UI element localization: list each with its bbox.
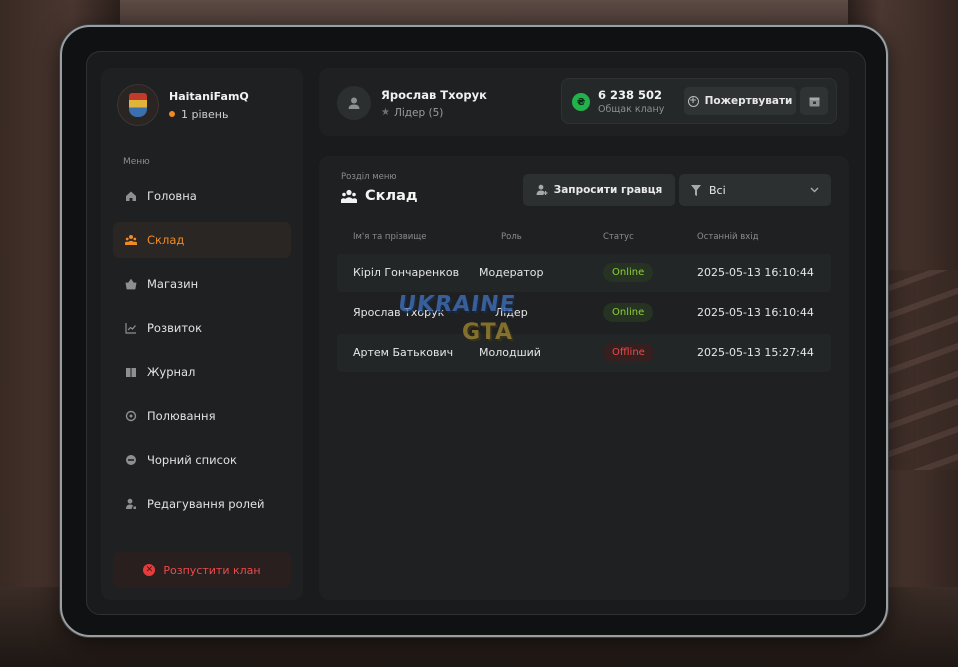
leader-name: Ярослав Тхорук (381, 87, 487, 102)
level-dot-icon (169, 111, 175, 117)
clan-level-text: 1 рівень (181, 107, 229, 121)
plus-circle-icon: + (687, 95, 699, 107)
sidebar-menu: Головна Склад Магазин Розвиток Журнал По… (113, 178, 291, 530)
basket-icon (125, 278, 137, 290)
sidebar: HaitaniFamQ 1 рівень Меню Головна Склад … (101, 68, 303, 600)
member-name: Ярослав Тхорук (353, 306, 445, 319)
sidebar-item-blacklist[interactable]: Чорний список (113, 442, 291, 478)
people-icon (125, 234, 137, 246)
members-panel: Розділ меню Склад Запросити гравця Всі І… (319, 156, 849, 600)
member-role: Лідер (495, 306, 528, 319)
sidebar-item-label: Розвиток (147, 321, 203, 335)
sidebar-item-label: Чорний список (147, 453, 237, 467)
invite-player-button[interactable]: Запросити гравця (523, 174, 675, 206)
donate-label: Пожертвувати (704, 95, 793, 107)
leader-info: Ярослав Тхорук ★ Лідер (5) (337, 86, 487, 120)
members-table: Кіріл Гончаренков Модератор Online 2025-… (337, 254, 831, 374)
clan-bank: ₴ 6 238 502 Общак клану + Пожертвувати (561, 78, 837, 124)
clan-level: 1 рівень (169, 108, 249, 121)
home-icon (125, 190, 137, 202)
leader-role: ★ Лідер (5) (381, 107, 487, 119)
user-icon (348, 97, 360, 109)
column-header-name: Ім'я та прізвище (353, 232, 427, 242)
user-add-icon (536, 184, 548, 195)
member-last-login: 2025-05-13 16:10:44 (697, 306, 814, 319)
sidebar-item-label: Головна (147, 189, 197, 203)
table-row[interactable]: Кіріл Гончаренков Модератор Online 2025-… (337, 254, 831, 292)
minus-circle-icon (125, 454, 137, 466)
chart-icon (125, 322, 137, 334)
chevron-down-icon (810, 187, 819, 193)
table-row[interactable]: Артем Батькович Молодший Offline 2025-05… (337, 334, 831, 372)
user-edit-icon (125, 498, 137, 510)
sidebar-item-role-editing[interactable]: Редагування ролей (113, 486, 291, 522)
invite-player-label: Запросити гравця (553, 184, 663, 196)
people-icon (341, 189, 357, 203)
member-last-login: 2025-05-13 15:27:44 (697, 346, 814, 359)
sidebar-item-label: Полювання (147, 409, 216, 423)
member-last-login: 2025-05-13 16:10:44 (697, 266, 814, 279)
disband-clan-label: Розпустити клан (163, 563, 261, 577)
column-header-role: Роль (501, 232, 522, 242)
status-badge: Offline (603, 343, 654, 362)
status-filter-dropdown[interactable]: Всі (679, 174, 831, 206)
leader-role-text: Лідер (5) (393, 106, 444, 119)
target-icon (125, 410, 137, 422)
filter-icon (691, 184, 701, 196)
close-icon: ✕ (143, 564, 156, 576)
sidebar-item-hunting[interactable]: Полювання (113, 398, 291, 434)
clan-emblem (117, 84, 159, 126)
table-header: Ім'я та прізвище Роль Статус Останній вх… (337, 232, 831, 246)
sidebar-item-warehouse[interactable]: Склад (113, 222, 291, 258)
member-role: Модератор (479, 266, 544, 279)
coin-icon: ₴ (572, 93, 590, 111)
avatar (337, 86, 371, 120)
sidebar-item-label: Редагування ролей (147, 497, 265, 511)
column-header-last-login: Останній вхід (697, 232, 759, 242)
book-icon (125, 366, 137, 378)
page-title-text: Склад (365, 188, 418, 204)
menu-label: Меню (123, 157, 150, 167)
calendar-button[interactable] (800, 87, 828, 115)
donate-button[interactable]: + Пожертвувати (684, 87, 796, 115)
sidebar-item-journal[interactable]: Журнал (113, 354, 291, 390)
filter-value: Всі (709, 183, 726, 197)
tablet-screen: HaitaniFamQ 1 рівень Меню Головна Склад … (86, 51, 866, 615)
sidebar-item-label: Магазин (147, 277, 199, 291)
clan-name: HaitaniFamQ (169, 89, 249, 103)
bank-label: Общак клану (598, 104, 665, 115)
disband-clan-button[interactable]: ✕ Розпустити клан (113, 552, 291, 588)
calendar-icon (809, 97, 819, 106)
leader-bank-card: Ярослав Тхорук ★ Лідер (5) ₴ 6 238 502 О… (319, 68, 849, 136)
sidebar-item-development[interactable]: Розвиток (113, 310, 291, 346)
star-icon: ★ (381, 107, 390, 118)
member-name: Кіріл Гончаренков (353, 266, 460, 279)
column-header-status: Статус (603, 232, 634, 242)
sidebar-item-home[interactable]: Головна (113, 178, 291, 214)
status-badge: Online (603, 263, 654, 282)
table-row[interactable]: Ярослав Тхорук Лідер Online 2025-05-13 1… (337, 294, 831, 332)
tablet-frame: HaitaniFamQ 1 рівень Меню Головна Склад … (60, 25, 888, 637)
sidebar-item-label: Журнал (147, 365, 196, 379)
member-name: Артем Батькович (353, 346, 454, 359)
member-role: Молодший (479, 346, 541, 359)
status-badge: Online (603, 303, 654, 322)
section-subtitle: Розділ меню (341, 172, 397, 182)
bank-value: 6 238 502 (598, 88, 663, 102)
sidebar-item-label: Склад (147, 233, 185, 247)
clan-profile: HaitaniFamQ 1 рівень (117, 84, 249, 126)
page-title: Склад (341, 188, 418, 204)
sidebar-item-shop[interactable]: Магазин (113, 266, 291, 302)
